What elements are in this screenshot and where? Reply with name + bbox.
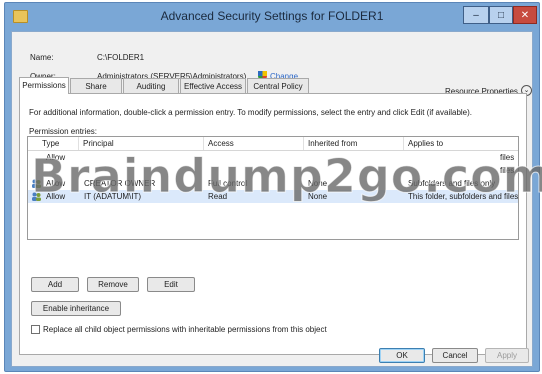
ok-button[interactable]: OK: [379, 348, 425, 363]
cancel-button[interactable]: Cancel: [432, 348, 478, 363]
row-inherited-from: None: [308, 192, 328, 201]
minimize-button[interactable]: –: [463, 6, 489, 24]
tab-central-policy[interactable]: Central Policy: [247, 78, 309, 94]
name-value: C:\FOLDER1: [97, 53, 145, 62]
tab-share[interactable]: Share: [70, 78, 122, 94]
row-type: Allow: [46, 153, 66, 162]
dialog-footer: OK Cancel Apply: [11, 343, 533, 367]
permission-entries-list[interactable]: Type Principal Access Inherited from App…: [27, 136, 519, 240]
row-applies-to: files: [500, 166, 515, 175]
dialog-window: Advanced Security Settings for FOLDER1 –…: [4, 2, 542, 372]
edit-button[interactable]: Edit: [147, 277, 195, 292]
add-button[interactable]: Add: [31, 277, 79, 292]
table-row[interactable]: Allow files: [28, 151, 518, 164]
tab-permissions[interactable]: Permissions: [19, 77, 69, 94]
table-row-selected[interactable]: Allow IT (ADATUM\IT) Read None This fold…: [28, 190, 518, 203]
row-type: Allow: [46, 179, 66, 188]
enable-inheritance-button[interactable]: Enable inheritance: [31, 301, 121, 316]
name-label: Name:: [30, 53, 54, 62]
replace-child-permissions-label[interactable]: Replace all child object permissions wit…: [43, 325, 327, 334]
column-header-access[interactable]: Access: [203, 137, 303, 150]
remove-button[interactable]: Remove: [87, 277, 139, 292]
replace-child-permissions-checkbox[interactable]: [31, 325, 40, 334]
tab-auditing[interactable]: Auditing: [123, 78, 179, 94]
user-group-icon: [32, 179, 41, 188]
row-access: Read: [208, 192, 228, 201]
row-principal: CREATOR OWNER: [84, 179, 156, 188]
window-title: Advanced Security Settings for FOLDER1: [160, 9, 384, 23]
row-applies-to: Subfolders and files only: [408, 179, 496, 188]
apply-button[interactable]: Apply: [485, 348, 529, 363]
row-inherited-from: None: [308, 179, 328, 188]
maximize-button[interactable]: □: [489, 6, 513, 24]
column-header-type[interactable]: Type: [28, 137, 78, 150]
column-header-principal[interactable]: Principal: [78, 137, 203, 150]
column-header-inherited-from[interactable]: Inherited from: [303, 137, 403, 150]
user-group-icon: [32, 192, 41, 201]
list-header: Type Principal Access Inherited from App…: [28, 137, 518, 151]
help-text: For additional information, double-click…: [29, 108, 473, 117]
row-applies-to: This folder, subfolders and files: [408, 192, 519, 201]
tab-effective-access[interactable]: Effective Access: [180, 78, 246, 94]
title-bar[interactable]: Advanced Security Settings for FOLDER1 –…: [5, 3, 539, 31]
table-row[interactable]: files: [28, 164, 518, 177]
row-principal: IT (ADATUM\IT): [84, 192, 142, 201]
column-header-applies-to[interactable]: Applies to: [403, 137, 518, 150]
row-access: Full control: [208, 179, 248, 188]
permission-entries-label: Permission entries:: [29, 127, 98, 136]
close-button[interactable]: ✕: [513, 6, 537, 24]
row-applies-to: files: [500, 153, 515, 162]
table-row[interactable]: Allow CREATOR OWNER Full control None Su…: [28, 177, 518, 190]
row-type: Allow: [46, 192, 66, 201]
